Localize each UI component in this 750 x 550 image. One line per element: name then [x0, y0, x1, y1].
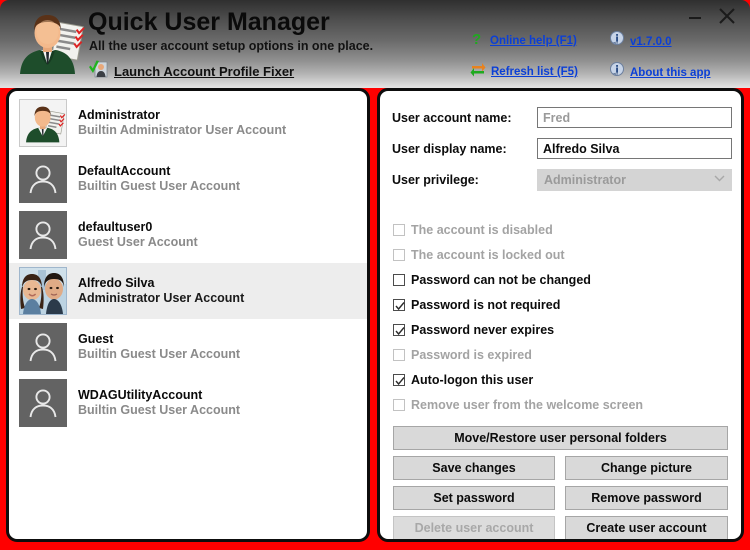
user-list-item[interactable]: WDAGUtilityAccountBuiltin Guest User Acc… — [9, 375, 367, 431]
checkbox-box — [393, 399, 405, 411]
version-label[interactable]: v1.7.0.0 — [630, 36, 672, 48]
user-list-item[interactable]: GuestBuiltin Guest User Account — [9, 319, 367, 375]
checkbox-box[interactable] — [393, 374, 405, 386]
account-name-input[interactable] — [537, 107, 732, 128]
launch-account-profile-fixer-link[interactable]: Launch Account Profile Fixer — [88, 60, 294, 83]
close-button[interactable] — [712, 2, 742, 30]
checkbox-option: Password is expired — [393, 348, 532, 362]
app-logo-icon — [10, 8, 86, 76]
checkbox-label: The account is locked out — [411, 248, 565, 262]
privilege-label: User privilege: — [392, 173, 537, 187]
app-window: Quick User Manager All the user account … — [0, 0, 750, 550]
checkbox-option: The account is locked out — [393, 248, 565, 262]
account-name-row: User account name: — [392, 107, 732, 128]
page-title: Quick User Manager — [88, 8, 330, 37]
user-name: defaultuser0 — [78, 220, 198, 235]
action-button[interactable]: Remove password — [565, 486, 728, 510]
action-button: Delete user account — [393, 516, 555, 540]
checkbox-label: Auto-logon this user — [411, 373, 533, 387]
user-list-panel: AdministratorBuiltin Administrator User … — [6, 88, 370, 542]
user-description: Builtin Guest User Account — [78, 403, 240, 418]
privilege-row: User privilege: Administrator — [392, 169, 732, 191]
user-name: Alfredo Silva — [78, 276, 244, 291]
user-description: Builtin Guest User Account — [78, 179, 240, 194]
checkbox-box — [393, 349, 405, 361]
action-button[interactable]: Change picture — [565, 456, 728, 480]
avatar — [19, 267, 67, 315]
checkbox-option[interactable]: Password is not required — [393, 298, 560, 312]
checkbox-label: Password can not be changed — [411, 273, 591, 287]
version-link[interactable]: v1.7.0.0 — [610, 31, 672, 52]
question-mark-icon: ? — [472, 31, 485, 51]
avatar — [19, 379, 67, 427]
user-description: Builtin Administrator User Account — [78, 123, 286, 138]
avatar — [19, 211, 67, 259]
checkbox-label: Password is not required — [411, 298, 560, 312]
checkbox-box[interactable] — [393, 299, 405, 311]
user-list-item[interactable]: DefaultAccountBuiltin Guest User Account — [9, 151, 367, 207]
privilege-select[interactable]: Administrator — [537, 169, 732, 191]
online-help-label[interactable]: Online help (F1) — [490, 35, 577, 47]
checkmark-person-icon — [88, 60, 108, 83]
refresh-list-label[interactable]: Refresh list (F5) — [491, 66, 578, 78]
checkbox-option[interactable]: Auto-logon this user — [393, 373, 533, 387]
checkbox-label: Password is expired — [411, 348, 532, 362]
action-button[interactable]: Create user account — [565, 516, 728, 540]
checkbox-box[interactable] — [393, 274, 405, 286]
avatar — [19, 155, 67, 203]
avatar — [19, 99, 67, 147]
checkbox-option: Remove user from the welcome screen — [393, 398, 643, 412]
user-name: WDAGUtilityAccount — [78, 388, 240, 403]
user-description: Guest User Account — [78, 235, 198, 250]
checkbox-option: The account is disabled — [393, 223, 553, 237]
checkbox-box — [393, 249, 405, 261]
svg-text:?: ? — [472, 31, 481, 46]
user-list-item[interactable]: Alfredo SilvaAdministrator User Account — [9, 263, 367, 319]
about-this-app-link[interactable]: About this app — [610, 62, 711, 83]
info-icon — [610, 62, 625, 83]
account-details-panel: User account name: User display name: Us… — [377, 88, 744, 542]
online-help-link[interactable]: ? Online help (F1) — [472, 31, 577, 51]
display-name-label: User display name: — [392, 142, 537, 156]
action-button[interactable]: Save changes — [393, 456, 555, 480]
checkbox-box[interactable] — [393, 324, 405, 336]
action-button[interactable]: Set password — [393, 486, 555, 510]
user-name: Guest — [78, 332, 240, 347]
user-list-item[interactable]: defaultuser0Guest User Account — [9, 207, 367, 263]
checkbox-label: Password never expires — [411, 323, 554, 337]
avatar — [19, 323, 67, 371]
privilege-value: Administrator — [544, 173, 626, 187]
page-subtitle: All the user account setup options in on… — [89, 39, 373, 53]
checkbox-label: Remove user from the welcome screen — [411, 398, 643, 412]
user-name: DefaultAccount — [78, 164, 240, 179]
user-description: Administrator User Account — [78, 291, 244, 306]
user-list-item[interactable]: AdministratorBuiltin Administrator User … — [9, 95, 367, 151]
checkbox-label: The account is disabled — [411, 223, 553, 237]
minimize-button[interactable] — [680, 2, 710, 30]
display-name-row: User display name: — [392, 138, 732, 159]
launch-fixer-label[interactable]: Launch Account Profile Fixer — [114, 64, 294, 79]
checkbox-box — [393, 224, 405, 236]
user-description: Builtin Guest User Account — [78, 347, 240, 362]
chevron-down-icon — [714, 175, 725, 185]
info-icon — [610, 31, 625, 52]
about-this-app-label[interactable]: About this app — [630, 67, 711, 79]
checkbox-option[interactable]: Password never expires — [393, 323, 554, 337]
refresh-icon — [470, 62, 486, 82]
account-name-label: User account name: — [392, 111, 537, 125]
user-name: Administrator — [78, 108, 286, 123]
checkbox-option[interactable]: Password can not be changed — [393, 273, 591, 287]
display-name-input[interactable] — [537, 138, 732, 159]
refresh-list-link[interactable]: Refresh list (F5) — [470, 62, 578, 82]
user-list[interactable]: AdministratorBuiltin Administrator User … — [9, 95, 367, 431]
action-button[interactable]: Move/Restore user personal folders — [393, 426, 728, 450]
